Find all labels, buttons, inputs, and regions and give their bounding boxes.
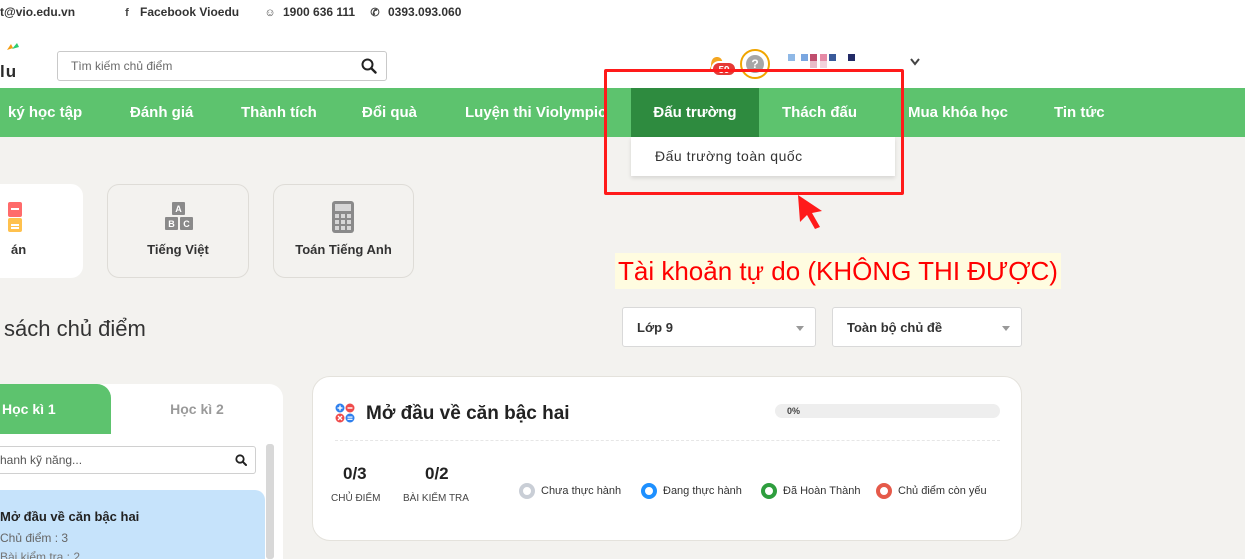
calculator-icon bbox=[332, 201, 354, 233]
help-button[interactable]: ? bbox=[740, 49, 770, 79]
main-nav: ký học tập Đánh giá Thành tích Đổi quà L… bbox=[0, 88, 1245, 137]
contact-hotline[interactable]: ☺ 1900 636 111 bbox=[263, 5, 355, 19]
hotline-text: 1900 636 111 bbox=[283, 5, 356, 19]
grade-select-value: Lớp 9 bbox=[637, 320, 673, 335]
calculator-icon bbox=[8, 202, 22, 232]
topic-item-tests: Bài kiểm tra : 2 bbox=[0, 550, 81, 559]
progress-bar bbox=[775, 404, 1000, 418]
nav-item-rewards[interactable]: Đổi quà bbox=[362, 88, 417, 137]
dropdown-item-national-arena[interactable]: Đấu trường toàn quốc bbox=[655, 148, 803, 164]
section-title: sách chủ điểm bbox=[4, 316, 146, 341]
arrow-pointer-icon bbox=[798, 195, 822, 229]
email-text: t@vio.edu.vn bbox=[0, 5, 76, 19]
svg-text:B: B bbox=[168, 219, 175, 229]
progress-label: 0% bbox=[787, 406, 801, 416]
nav-item-news[interactable]: Tin tức bbox=[1054, 88, 1105, 137]
arena-dropdown: Đấu trường toàn quốc bbox=[631, 137, 895, 176]
contact-phone[interactable]: ✆ 0393.093.060 bbox=[368, 5, 461, 19]
operations-icon bbox=[335, 403, 355, 423]
user-avatar[interactable] bbox=[788, 54, 868, 70]
svg-text:A: A bbox=[175, 204, 182, 214]
subject-card-vietnamese[interactable]: A B C Tiếng Việt bbox=[107, 184, 249, 278]
list-item[interactable]: Mở đầu về căn bậc hai Chủ điểm : 3 Bài k… bbox=[0, 490, 265, 559]
status-dot-icon bbox=[519, 483, 535, 499]
contact-facebook[interactable]: f Facebook Vioedu bbox=[120, 5, 239, 19]
subject-label: Tiếng Việt bbox=[147, 242, 209, 257]
nav-item-achievements[interactable]: Thành tích bbox=[241, 88, 317, 137]
help-icon: ? bbox=[746, 55, 764, 73]
status-dot-icon bbox=[641, 483, 657, 499]
facebook-icon: f bbox=[125, 7, 129, 19]
tab-semester-2[interactable]: Học kì 2 bbox=[111, 384, 283, 434]
topic-item-count: Chủ điểm : 3 bbox=[0, 531, 69, 545]
status-dot-icon bbox=[761, 483, 777, 499]
contact-bar: t@vio.edu.vn f Facebook Vioedu ☺ 1900 636 … bbox=[0, 0, 1245, 34]
card-divider bbox=[335, 440, 1000, 441]
nav-item-study-log[interactable]: ký học tập bbox=[8, 88, 82, 137]
phone-text: 0393.093.060 bbox=[388, 5, 462, 19]
topics-count: 0/3 bbox=[343, 464, 367, 483]
caret-down-icon bbox=[1002, 326, 1010, 331]
facebook-text: Facebook Vioedu bbox=[140, 5, 240, 19]
nav-item-arena[interactable]: Đấu trường bbox=[631, 88, 759, 137]
nav-item-assessment[interactable]: Đánh giá bbox=[130, 88, 193, 137]
skill-search bbox=[0, 446, 256, 474]
topics-label: CHỦ ĐIỂM bbox=[331, 493, 381, 504]
search-icon[interactable] bbox=[361, 58, 377, 74]
topic-filter-value: Toàn bộ chủ đề bbox=[847, 320, 943, 335]
grade-select[interactable]: Lớp 9 bbox=[622, 307, 816, 347]
topic-item-title: Mở đầu về căn bậc hai bbox=[0, 509, 140, 524]
legend-label: Chưa thực hành bbox=[541, 485, 622, 497]
caret-down-icon bbox=[796, 326, 804, 331]
site-header: lu 59 ? bbox=[0, 34, 1245, 88]
headset-icon: ☺ bbox=[264, 7, 276, 19]
tests-label: BÀI KIỂM TRA bbox=[403, 493, 469, 504]
nav-item-buy-course[interactable]: Mua khóa học bbox=[908, 88, 1008, 137]
legend-label: Đang thực hành bbox=[663, 485, 742, 497]
subject-label: Toán Tiếng Anh bbox=[295, 242, 392, 257]
card-title: Mở đầu về căn bậc hai bbox=[366, 403, 570, 424]
topic-summary-card: Mở đầu về căn bậc hai 0% 0/3 CHỦ ĐIỂM 0/… bbox=[312, 376, 1022, 541]
logo-icon[interactable] bbox=[6, 42, 20, 52]
topic-list-panel: Học kì 1 Học kì 2 Mở đầu về căn bậc hai … bbox=[0, 384, 283, 559]
logo-text[interactable]: lu bbox=[0, 62, 17, 82]
subject-label: án bbox=[11, 242, 27, 257]
nav-item-violympic[interactable]: Luyện thi Violympic bbox=[465, 88, 613, 137]
legend-label: Chủ điểm còn yếu bbox=[898, 485, 987, 497]
annotation-text: Tài khoản tự do (KHÔNG THI ĐƯỢC) bbox=[615, 253, 1061, 289]
search-icon[interactable] bbox=[235, 454, 247, 466]
tab-semester-1[interactable]: Học kì 1 bbox=[0, 384, 111, 434]
subject-card-math-english[interactable]: Toán Tiếng Anh bbox=[273, 184, 414, 278]
tests-count: 0/2 bbox=[425, 464, 449, 483]
scrollbar-thumb[interactable] bbox=[266, 444, 274, 559]
contact-email[interactable]: t@vio.edu.vn bbox=[0, 5, 75, 19]
skill-search-input[interactable] bbox=[0, 447, 220, 473]
nav-item-challenge[interactable]: Thách đấu bbox=[782, 88, 857, 137]
phone-icon: ✆ bbox=[370, 7, 380, 19]
subject-card-math[interactable]: án bbox=[0, 184, 83, 278]
abc-blocks-icon: A B C bbox=[165, 202, 193, 230]
notification-badge: 59 bbox=[711, 61, 737, 77]
topic-search bbox=[57, 51, 387, 81]
status-dot-icon bbox=[876, 483, 892, 499]
topic-search-input[interactable] bbox=[58, 52, 348, 80]
legend-label: Đã Hoàn Thành bbox=[783, 485, 861, 497]
topic-filter-select[interactable]: Toàn bộ chủ đề bbox=[832, 307, 1022, 347]
svg-text:C: C bbox=[183, 219, 190, 229]
chevron-down-icon[interactable] bbox=[909, 57, 921, 67]
